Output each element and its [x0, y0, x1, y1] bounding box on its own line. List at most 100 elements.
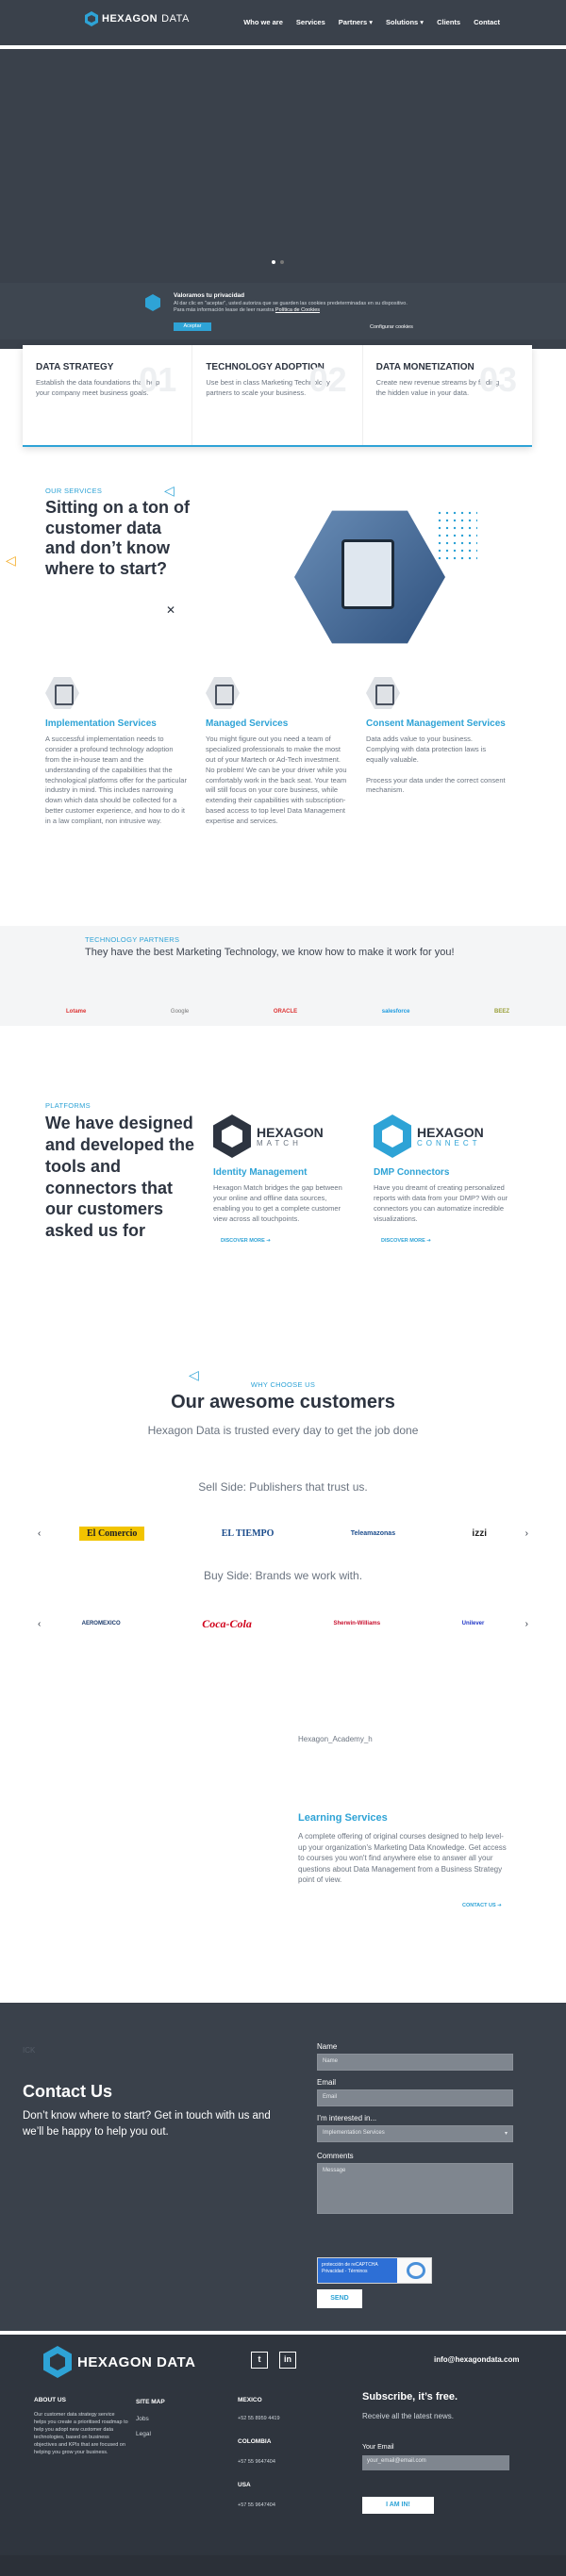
footer-bottom-bar	[0, 2555, 566, 2576]
card-number: 03	[478, 360, 517, 399]
tablet-image	[341, 539, 394, 609]
implementation-icon	[45, 677, 79, 709]
nav-partners[interactable]: Partners ▾	[339, 18, 373, 26]
partner-logo: Lotame	[66, 1009, 87, 1015]
academy-image: Hexagon_Academy_h	[298, 1735, 373, 1743]
send-button[interactable]: SEND	[317, 2289, 362, 2308]
buy-side-carousel: ‹ AEROMEXICO Coca-Cola Sherwin-Williams …	[38, 1612, 528, 1635]
card-data-strategy[interactable]: 01 DATA STRATEGY Establish the data foun…	[23, 345, 193, 445]
logo-text: HEXAGON	[102, 13, 158, 25]
platform-match: HEXAGON MATCH Identity Management Hexago…	[213, 1113, 355, 1244]
cookie-config-link[interactable]: Configurar cookies	[370, 324, 413, 330]
main-nav: Who we are Services Partners ▾ Solutions…	[243, 18, 500, 26]
office-phone[interactable]: +57 55 9647404	[238, 2502, 275, 2508]
linkedin-icon[interactable]: in	[279, 2352, 296, 2369]
office-phone[interactable]: +52 55 8959 4419	[238, 2416, 280, 2421]
platform-sub: CONNECT	[417, 1138, 481, 1148]
hexagon-connect-logo: HEXAGON CONNECT	[374, 1113, 515, 1160]
platform-connect: HEXAGON CONNECT DMP Connectors Have you …	[374, 1113, 515, 1244]
interest-value: Implementation Services	[323, 2130, 385, 2136]
why-eyebrow: WHY CHOOSE US	[250, 1380, 316, 1389]
comments-field[interactable]: Message	[317, 2163, 513, 2214]
client-logo: Unilever	[461, 1621, 485, 1627]
contact-ghost-text: ICK	[23, 2046, 36, 2055]
nav-clients[interactable]: Clients	[437, 18, 460, 26]
slider-dot-1[interactable]	[272, 260, 275, 264]
sitemap-legal-link[interactable]: Legal	[136, 2431, 151, 2437]
chevron-down-icon: ▾	[504, 2131, 508, 2137]
contact-subtitle: Don’t know where to start? Get in touch …	[23, 2110, 271, 2138]
managed-services-icon	[206, 677, 240, 709]
discover-more-link[interactable]: DISCOVER MORE ➔	[381, 1238, 515, 1244]
contact-title: Contact Us	[23, 2082, 113, 2101]
hexagon-match-icon	[213, 1115, 251, 1158]
name-field[interactable]: Name	[317, 2054, 513, 2071]
feature-text: You might figure out you need a team of …	[206, 735, 347, 825]
hexagon-match-logo: HEXAGON MATCH	[213, 1113, 355, 1160]
nav-solutions[interactable]: Solutions ▾	[386, 18, 424, 26]
platforms-eyebrow: PLATFORMS	[45, 1101, 91, 1110]
feature-title: Implementation Services	[45, 718, 157, 729]
office-country: MEXICO	[238, 2397, 262, 2403]
services-hexagon-image	[294, 510, 445, 644]
service-cards: 01 DATA STRATEGY Establish the data foun…	[23, 345, 532, 447]
carousel-next-icon[interactable]: ›	[525, 1528, 528, 1539]
subscribe-button[interactable]: I AM IN!	[362, 2497, 434, 2514]
card-technology-adoption[interactable]: 02 TECHNOLOGY ADOPTION Use best in class…	[192, 345, 363, 445]
card-data-monetization[interactable]: 03 DATA MONETIZATION Create new revenue …	[363, 345, 532, 445]
subscribe-email-input[interactable]: your_email@email.com	[362, 2455, 509, 2470]
subscribe-text: Receive all the latest news.	[362, 2412, 454, 2420]
feature-managed: Managed Services You might figure out yo…	[206, 677, 347, 827]
twitter-icon[interactable]: t	[251, 2352, 268, 2369]
platform-title: DMP Connectors	[374, 1167, 450, 1178]
cookie-policy-link[interactable]: Política de Cookies	[275, 307, 320, 313]
subscribe-title: Subscribe, it’s free.	[362, 2391, 458, 2403]
client-logo: Coca-Cola	[202, 1616, 252, 1630]
nav-services[interactable]: Services	[296, 18, 325, 26]
cross-decoration-icon: ✕	[166, 603, 176, 617]
cookie-banner: Valoramos tu privacidad Al dar clic en "…	[0, 283, 566, 339]
nav-contact[interactable]: Contact	[474, 18, 500, 26]
hexagon-logo-icon	[85, 11, 98, 26]
client-logo: Teleamazonas	[350, 1529, 396, 1537]
footer-email[interactable]: info@hexagondata.com	[434, 2355, 519, 2364]
feature-implementation: Implementation Services A successful imp…	[45, 677, 187, 827]
name-label: Name	[317, 2042, 338, 2051]
platform-name: HEXAGON	[417, 1124, 484, 1140]
sell-side-carousel: ‹ El Comercio EL TIEMPO Teleamazonas izz…	[38, 1522, 528, 1544]
slider-dot-2[interactable]	[280, 260, 284, 264]
interest-select[interactable]: Implementation Services ▾	[317, 2125, 513, 2142]
cookie-title: Valoramos tu privacidad	[174, 292, 245, 299]
recaptcha-text: protección de reCAPTCHA Privacidad - Tér…	[318, 2258, 397, 2283]
discover-more-link[interactable]: DISCOVER MORE ➔	[221, 1238, 355, 1244]
office-country: USA	[238, 2482, 251, 2488]
cookie-accept-button[interactable]: Aceptar	[174, 322, 211, 331]
academy-title: Learning Services	[298, 1812, 388, 1824]
hexagon-connect-icon	[374, 1115, 411, 1158]
hexagon-logo-icon	[43, 2346, 72, 2378]
sitemap-jobs-link[interactable]: Jobs	[136, 2416, 149, 2422]
services-title: Sitting on a ton of customer data and do…	[45, 498, 190, 578]
carousel-next-icon[interactable]: ›	[525, 1619, 528, 1629]
platforms-title: We have designed and developed the tools…	[45, 1114, 195, 1241]
nav-who-we-are[interactable]: Who we are	[243, 18, 283, 26]
about-text: Our customer data strategy service helps…	[34, 2412, 128, 2455]
footer-logo[interactable]: HEXAGON DATA	[43, 2346, 195, 2378]
partner-logo: salesforce	[381, 1009, 410, 1015]
recaptcha-badge[interactable]: protección de reCAPTCHA Privacidad - Tér…	[317, 2257, 432, 2284]
contact-us-link[interactable]: CONTACT US ➔	[462, 1903, 502, 1908]
services-eyebrow: OUR SERVICES	[45, 487, 103, 495]
feature-text: Data adds value to your business. Comply…	[366, 735, 506, 795]
client-logo: EL TIEMPO	[221, 1527, 275, 1539]
office-country: COLOMBIA	[238, 2438, 272, 2445]
office-phone[interactable]: +57 55 9647404	[238, 2459, 275, 2465]
client-logo: izzi	[472, 1527, 487, 1539]
about-title: ABOUT US	[34, 2397, 66, 2403]
footer-logo-text: HEXAGON DATA	[77, 2353, 196, 2370]
platform-sub: MATCH	[257, 1138, 302, 1148]
card-number: 02	[308, 360, 347, 399]
logo[interactable]: HEXAGON DATA	[85, 11, 190, 26]
platform-text: Hexagon Match bridges the gap between yo…	[213, 1183, 342, 1223]
email-field[interactable]: Email	[317, 2089, 513, 2106]
client-logo: AEROMEXICO	[81, 1621, 121, 1627]
